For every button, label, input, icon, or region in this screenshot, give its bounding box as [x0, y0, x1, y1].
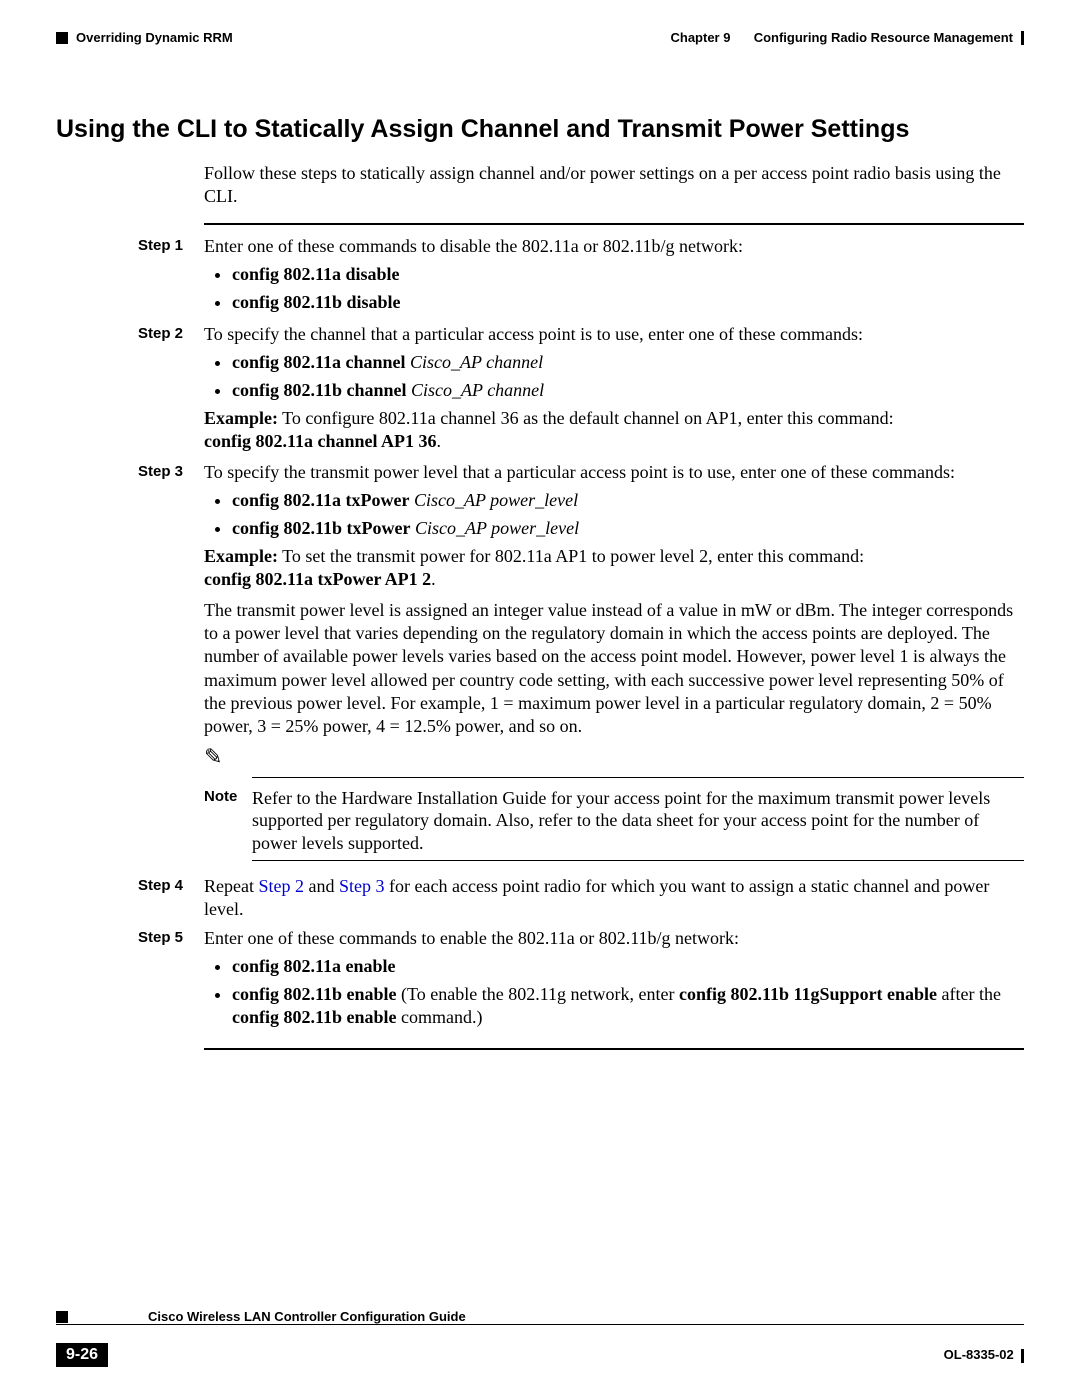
footer-guide-title: Cisco Wireless LAN Controller Configurat… [148, 1309, 466, 1324]
command: config 802.11a disable [232, 263, 1024, 286]
section-heading: Using the CLI to Statically Assign Chann… [56, 115, 1024, 144]
step-text: To specify the channel that a particular… [204, 324, 863, 344]
footer-doc-id: OL-8335-02 [944, 1347, 1014, 1362]
example-paragraph: Example: To configure 802.11a channel 36… [204, 407, 1024, 453]
header-chapter-label: Chapter 9 [670, 30, 730, 45]
footer-marker-icon [56, 1311, 68, 1323]
page-footer: Cisco Wireless LAN Controller Configurat… [56, 1309, 1024, 1367]
note-divider [252, 860, 1024, 861]
note-text: Refer to the Hardware Installation Guide… [252, 787, 1024, 855]
step-link[interactable]: Step 3 [339, 876, 385, 896]
step-5: Step 5 Enter one of these commands to en… [138, 927, 1024, 1034]
step-label: Step 1 [138, 235, 204, 319]
divider [204, 1048, 1024, 1050]
page-header: Overriding Dynamic RRM Chapter 9 Configu… [56, 30, 1024, 45]
step-label: Step 5 [138, 927, 204, 1034]
command: config 802.11b txPower Cisco_AP power_le… [232, 517, 1024, 540]
step-2: Step 2 To specify the channel that a par… [138, 323, 1024, 457]
step-text: To specify the transmit power level that… [204, 462, 955, 482]
step-4: Step 4 Repeat Step 2 and Step 3 for each… [138, 875, 1024, 921]
step-1: Step 1 Enter one of these commands to di… [138, 235, 1024, 319]
header-marker-icon [56, 32, 68, 44]
command: config 802.11b enable (To enable the 802… [232, 983, 1024, 1029]
step-text: Repeat Step 2 and Step 3 for each access… [204, 875, 1024, 921]
footer-bar-icon [1021, 1349, 1024, 1363]
divider [204, 223, 1024, 225]
step-link[interactable]: Step 2 [258, 876, 304, 896]
step-label: Step 4 [138, 875, 204, 921]
example-paragraph: Example: To set the transmit power for 8… [204, 545, 1024, 591]
note-divider [252, 777, 1024, 778]
command: config 802.11a channel Cisco_AP channel [232, 351, 1024, 374]
command: config 802.11a txPower Cisco_AP power_le… [232, 489, 1024, 512]
body-paragraph: The transmit power level is assigned an … [204, 599, 1024, 737]
header-bar-icon [1021, 31, 1024, 45]
note-pencil-icon: ✎ [204, 746, 1024, 768]
command: config 802.11a enable [232, 955, 1024, 978]
step-label: Step 2 [138, 323, 204, 457]
intro-paragraph: Follow these steps to statically assign … [204, 162, 1024, 207]
page-number: 9-26 [56, 1343, 108, 1367]
header-section-tag: Overriding Dynamic RRM [76, 30, 233, 45]
command: config 802.11b disable [232, 291, 1024, 314]
step-3: Step 3 To specify the transmit power lev… [138, 461, 1024, 871]
step-text: Enter one of these commands to enable th… [204, 928, 739, 948]
note-block: Note Refer to the Hardware Installation … [204, 787, 1024, 855]
step-label: Step 3 [138, 461, 204, 871]
command: config 802.11b channel Cisco_AP channel [232, 379, 1024, 402]
step-text: Enter one of these commands to disable t… [204, 236, 743, 256]
note-label: Note [204, 787, 252, 855]
header-chapter-title: Configuring Radio Resource Management [754, 30, 1013, 45]
